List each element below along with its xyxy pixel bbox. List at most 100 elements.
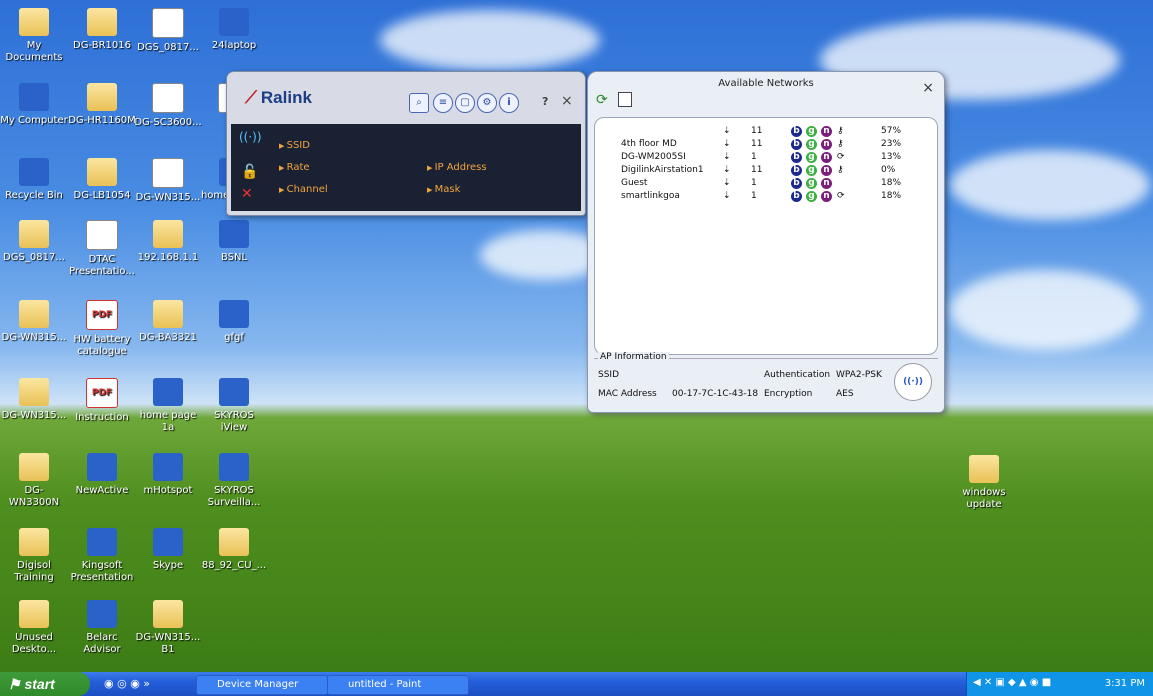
desktop-icon[interactable]: mHotspot bbox=[134, 453, 202, 497]
desktop-icon[interactable]: DG-WN315... bbox=[0, 300, 68, 344]
folder-icon bbox=[153, 300, 183, 328]
close-button[interactable]: × bbox=[561, 93, 573, 109]
application-icon bbox=[219, 453, 249, 481]
desktop-icon[interactable]: DG-WN315... bbox=[0, 378, 68, 422]
desktop-icon-label: gfgf bbox=[224, 332, 244, 343]
taskbar: ⚑ start ◉ ◎ ◉ » Device Manager untitled … bbox=[0, 672, 1153, 696]
available-networks-window: Available Networks × ⟳ ⇣ 11 b g n ⚷ 57% 4th flo… bbox=[587, 71, 945, 413]
desktop-icon[interactable]: PDF HW battery catalogue bbox=[68, 300, 136, 358]
desktop-icon-label: 192.168.1.1 bbox=[137, 252, 199, 263]
application-icon bbox=[153, 453, 183, 481]
network-signal: 18% bbox=[881, 191, 902, 201]
desktop-icon[interactable]: 192.168.1.1 bbox=[134, 220, 202, 264]
desktop-icon[interactable]: gfgf bbox=[200, 300, 268, 344]
folder-icon bbox=[153, 220, 183, 248]
desktop-icon[interactable]: Unused Deskto... bbox=[0, 600, 68, 656]
desktop-icon[interactable]: DGS_0817... bbox=[134, 8, 202, 54]
settings-icon[interactable]: ⚙ bbox=[477, 93, 497, 113]
desktop-icon[interactable]: Recycle Bin bbox=[0, 158, 68, 202]
network-row[interactable]: smartlinkgoa ⇣ 1 b g n ⟳ 18% bbox=[595, 191, 937, 204]
desktop-icon[interactable]: DG-BR1016 bbox=[68, 8, 136, 52]
desktop-icon[interactable]: DG-WN3300N bbox=[0, 453, 68, 509]
network-channel: 11 bbox=[751, 126, 763, 136]
ip-address-label: IP Address bbox=[427, 162, 487, 173]
desktop-icon[interactable]: Belarc Advisor bbox=[68, 600, 136, 656]
network-ssid: 4th floor MD bbox=[621, 139, 677, 149]
system-tray: ◀ ✕ ▣ ◆ ▲ ◉ ■ 3:31 PM bbox=[966, 672, 1153, 696]
document-icon bbox=[152, 158, 184, 188]
desktop-icon[interactable]: home page 1a bbox=[134, 378, 202, 434]
desktop-icon[interactable]: DG-SC3600... bbox=[134, 83, 202, 129]
desktop-icon-label: home page 1a bbox=[139, 410, 197, 433]
desktop-icon[interactable]: SKYROS Surveilla... bbox=[200, 453, 268, 509]
desktop-icon[interactable]: My Computer bbox=[0, 83, 68, 127]
desktop-icon[interactable]: windows update bbox=[950, 455, 1018, 511]
application-icon bbox=[87, 528, 117, 556]
application-icon bbox=[87, 600, 117, 628]
folder-icon bbox=[19, 600, 49, 628]
mac-address-value: 00-17-7C-1C-43-18 bbox=[672, 389, 759, 399]
encryption-value: AES bbox=[836, 389, 854, 399]
start-button[interactable]: ⚑ start bbox=[0, 672, 90, 696]
folder-icon bbox=[19, 300, 49, 328]
network-row[interactable]: ⇣ 11 b g n ⚷ 57% bbox=[595, 126, 937, 139]
quick-launch[interactable]: ◉ ◎ ◉ » bbox=[104, 677, 150, 690]
connection-status-panel: ((·)) 🔓 ✕ SSID Rate Channel IP Address M… bbox=[231, 124, 581, 211]
list-icon[interactable]: ≡ bbox=[433, 93, 453, 113]
lock-open-icon: 🔓 bbox=[241, 164, 259, 180]
desktop-icon[interactable]: DG-WN315... B1 bbox=[134, 600, 202, 656]
desktop-icon[interactable]: DG-BA3321 bbox=[134, 300, 202, 344]
info-icon[interactable]: i bbox=[499, 93, 519, 113]
folder-icon bbox=[19, 378, 49, 406]
network-row[interactable]: DigilinkAirstation1 ⇣ 11 b g n ⚷ 0% bbox=[595, 165, 937, 178]
application-icon bbox=[219, 378, 249, 406]
desktop-icon-label: Instruction bbox=[75, 412, 129, 423]
desktop-icon-label: My Documents bbox=[5, 40, 63, 63]
tray-icons[interactable]: ◀ ✕ ▣ ◆ ▲ ◉ ■ bbox=[973, 677, 1051, 688]
desktop-icon[interactable]: BSNL bbox=[200, 220, 268, 264]
ralink-logo: ⟋ Ralink bbox=[245, 88, 312, 107]
desktop-icon[interactable]: 24laptop bbox=[200, 8, 268, 52]
desktop-icon[interactable]: PDF Instruction bbox=[68, 378, 136, 424]
network-ssid: DG-WM2005SI bbox=[621, 152, 686, 162]
network-signal: 13% bbox=[881, 152, 902, 162]
desktop-icon-label: DG-BA3321 bbox=[139, 332, 197, 343]
desktop-icon[interactable]: Skype bbox=[134, 528, 202, 572]
site-survey-icon[interactable]: ⌕ bbox=[409, 93, 429, 113]
desktop-icon[interactable]: Kingsoft Presentation bbox=[68, 528, 136, 584]
desktop-icon-label: DG-WN315... B1 bbox=[135, 632, 201, 655]
desktop-icon[interactable]: DGS_0817... bbox=[0, 220, 68, 264]
desktop-icon[interactable]: 88_92_CU_... bbox=[200, 528, 268, 572]
mac-address-label: MAC Address bbox=[598, 389, 657, 399]
security-icon: ⚷ bbox=[837, 139, 844, 149]
network-channel: 1 bbox=[751, 178, 757, 188]
task-device-manager[interactable]: Device Manager bbox=[196, 675, 328, 695]
profile-icon[interactable]: ▢ bbox=[455, 93, 475, 113]
desktop-icon[interactable]: DTAC Presentatio... bbox=[68, 220, 136, 278]
desktop-icon[interactable]: My Documents bbox=[0, 8, 68, 64]
refresh-icon[interactable]: ⟳ bbox=[596, 92, 608, 108]
application-icon bbox=[19, 83, 49, 111]
start-label: start bbox=[24, 676, 55, 692]
desktop-icon-label: Belarc Advisor bbox=[83, 632, 121, 655]
add-profile-icon[interactable] bbox=[618, 92, 632, 107]
desktop-icon-label: NewActive bbox=[75, 485, 129, 496]
help-button[interactable]: ? bbox=[542, 95, 548, 108]
ralink-utility-window: ⟋Ralink ⌕ ≡ ▢ ⚙ i ? × ((·)) 🔓 ✕ SSID Rat… bbox=[226, 71, 586, 216]
wireless-signal-icon: ((·)) bbox=[239, 130, 262, 144]
desktop-icon-label: DG-WN315... bbox=[135, 192, 201, 203]
network-row[interactable]: 4th floor MD ⇣ 11 b g n ⚷ 23% bbox=[595, 139, 937, 152]
desktop-icon-label: SKYROS Surveilla... bbox=[207, 485, 261, 508]
desktop-icon[interactable]: DG-LB1054 bbox=[68, 158, 136, 202]
task-paint[interactable]: untitled - Paint bbox=[327, 675, 469, 695]
desktop-icon[interactable]: SKYROS iView bbox=[200, 378, 268, 434]
network-row[interactable]: DG-WM2005SI ⇣ 1 b g n ⟳ 13% bbox=[595, 152, 937, 165]
desktop-icon[interactable]: NewActive bbox=[68, 453, 136, 497]
network-row[interactable]: Guest ⇣ 1 b g n 18% bbox=[595, 178, 937, 191]
desktop-icon[interactable]: DG-HR1160M bbox=[68, 83, 136, 127]
desktop-icon-label: Unused Deskto... bbox=[11, 632, 57, 655]
close-button[interactable]: × bbox=[922, 80, 934, 96]
network-channel: 11 bbox=[751, 165, 763, 175]
desktop-icon[interactable]: DG-WN315... bbox=[134, 158, 202, 204]
desktop-icon[interactable]: Digisol Training bbox=[0, 528, 68, 584]
